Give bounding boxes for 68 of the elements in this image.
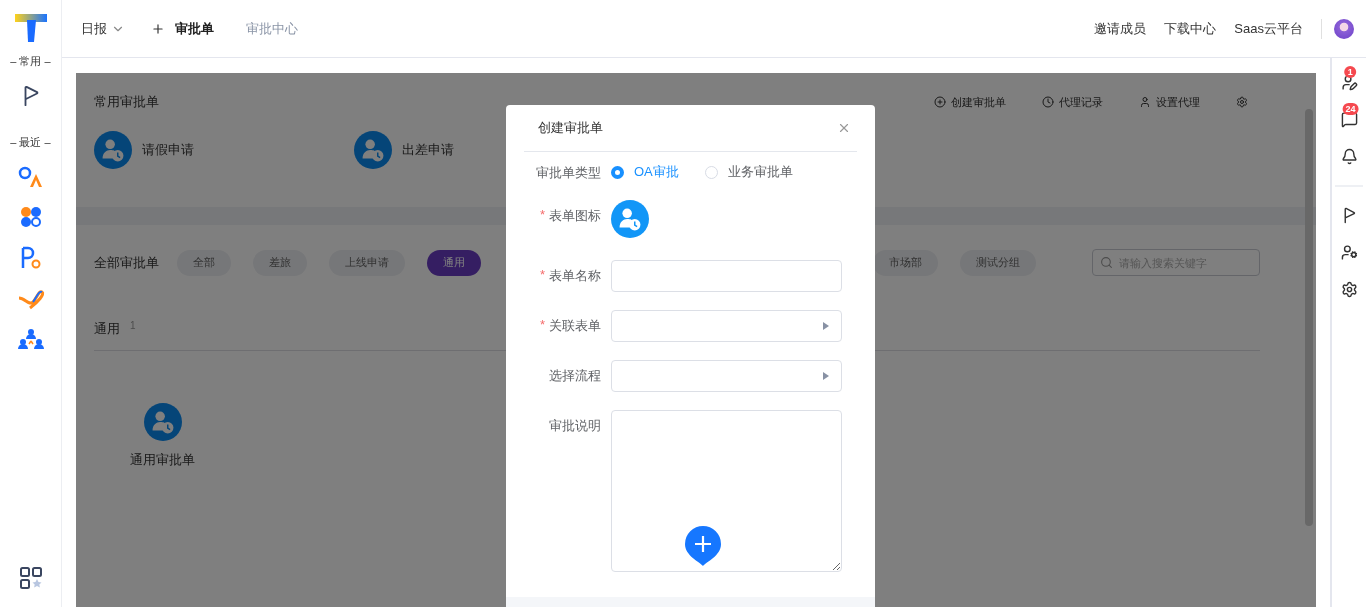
radio-button[interactable] (611, 165, 624, 179)
bar-circle-icon (19, 246, 42, 270)
clock-icon (1042, 96, 1054, 108)
group-title: 通用 (94, 320, 120, 338)
plus-circle-icon (934, 96, 946, 108)
field-label: 选择流程 (549, 367, 601, 385)
card-title: 全部审批单 (94, 253, 159, 272)
user-settings-icon[interactable] (1340, 244, 1358, 261)
required-mark: * (539, 317, 545, 334)
clover-icon (19, 206, 42, 228)
bell-icon[interactable] (1340, 148, 1358, 165)
filter-chip[interactable]: 差旅 (253, 249, 307, 276)
report-menu[interactable]: 日报 (81, 19, 125, 38)
filter-chip[interactable]: 市场部 (873, 249, 938, 276)
dialog-title: 创建审批单 (538, 119, 603, 137)
action-link[interactable]: 设置代理 (1139, 94, 1200, 110)
settings-button[interactable] (1236, 96, 1248, 108)
logo-icon (12, 12, 49, 44)
apps-grid-icon[interactable] (19, 567, 42, 589)
field-label: 关联表单 (549, 317, 601, 335)
field-label: 表单图标 (549, 207, 601, 225)
approval-icon (611, 200, 649, 238)
top-link[interactable]: 邀请成员 (1094, 19, 1147, 38)
approval-item[interactable]: 通用审批单 (130, 403, 195, 469)
approval-item[interactable]: 出差申请 (354, 131, 454, 169)
radio-label: 业务审批单 (727, 163, 793, 181)
message-icon[interactable] (1340, 111, 1358, 128)
filter-chip[interactable]: 通用 (427, 249, 481, 276)
user-icon (1139, 96, 1151, 108)
action-link[interactable]: 创建审批单 (934, 94, 1006, 110)
card-title: 常用审批单 (94, 93, 159, 111)
select-field[interactable] (611, 310, 842, 342)
top-link[interactable]: Saas云平台 (1234, 19, 1303, 38)
plus-icon (151, 21, 165, 36)
required-mark: * (539, 267, 545, 284)
nav-tab[interactable]: 审批单 (175, 19, 214, 38)
approval-icon (143, 403, 182, 441)
section-label: – 最近 – (10, 135, 51, 150)
settings-icon[interactable] (1340, 281, 1358, 298)
caret-icon (823, 322, 829, 330)
approval-icon (354, 131, 392, 169)
radio-label: OA审批 (634, 163, 679, 181)
approval-icon (94, 131, 132, 169)
add-button[interactable] (685, 526, 721, 566)
required-mark: * (539, 207, 545, 224)
select-field[interactable] (611, 360, 842, 392)
count-badge: 1 (1344, 66, 1357, 78)
field-label: 审批说明 (549, 417, 601, 435)
action-link[interactable]: 代理记录 (1042, 94, 1103, 110)
textarea-field[interactable] (611, 410, 842, 572)
filter-chip[interactable]: 上线申请 (329, 249, 405, 276)
nav-tab[interactable]: 审批中心 (246, 19, 298, 38)
loop-icon (16, 288, 45, 310)
avatar[interactable] (1334, 18, 1354, 39)
field-label: 表单名称 (549, 267, 601, 285)
team-icon (17, 328, 44, 350)
count-badge: 24 (1342, 103, 1359, 115)
section-label: – 常用 – (10, 54, 51, 69)
caret-icon (823, 372, 829, 380)
top-link[interactable]: 下载中心 (1164, 19, 1217, 38)
filter-chip[interactable]: 测试分组 (960, 249, 1036, 276)
field-label: 审批单类型 (536, 164, 601, 182)
circle-triangle-icon (17, 166, 44, 188)
approval-item[interactable]: 请假申请 (94, 131, 194, 169)
search-icon (1100, 256, 1113, 269)
input-field[interactable] (611, 260, 842, 292)
close-button[interactable] (837, 121, 851, 135)
filter-chip[interactable]: 全部 (177, 249, 231, 276)
